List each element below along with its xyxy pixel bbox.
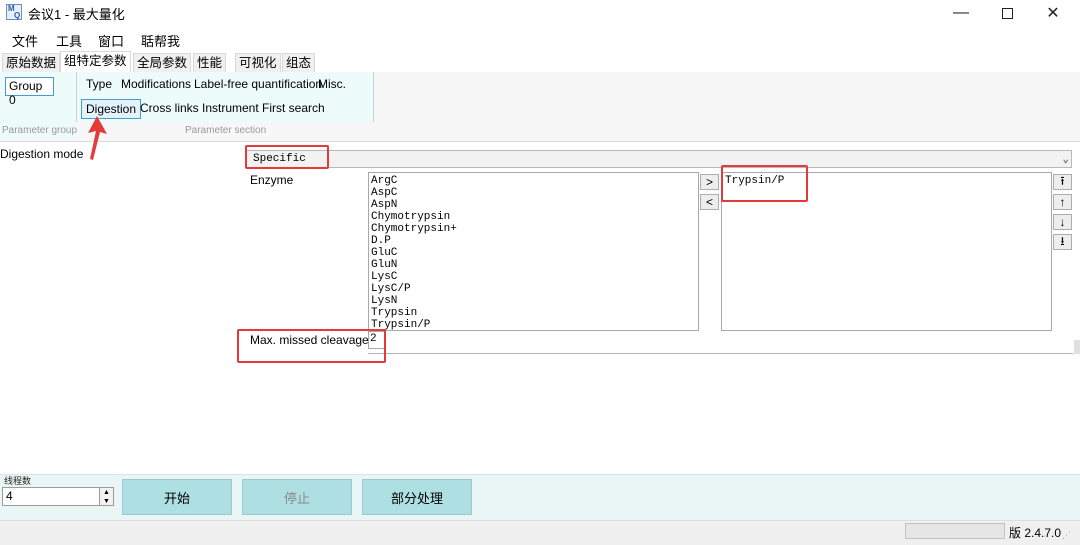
tab-configuration[interactable]: 组态: [282, 53, 316, 73]
tab-group-specific-parameters[interactable]: 组特定参数: [60, 51, 131, 73]
menu-tools[interactable]: 工具: [56, 31, 82, 50]
threads-label: 线程数: [4, 476, 32, 486]
close-icon[interactable]: ✕: [1030, 0, 1076, 26]
list-item[interactable]: AspN: [371, 199, 696, 211]
section-type[interactable]: Type: [82, 75, 116, 95]
section-instrument[interactable]: Instrument: [198, 99, 263, 119]
app-icon-letter-q: Q: [14, 11, 21, 20]
progress-bar: [905, 523, 1005, 539]
list-item[interactable]: Trypsin/P: [371, 319, 696, 330]
move-down-button[interactable]: ↓: [1053, 214, 1072, 230]
start-button[interactable]: 开始: [122, 479, 232, 515]
divider: [368, 353, 1073, 354]
stop-button[interactable]: 停止: [242, 479, 352, 515]
section-modifications[interactable]: Modifications: [117, 75, 195, 95]
parameter-group-label: Parameter group: [2, 125, 78, 136]
move-top-button[interactable]: ⭱: [1053, 174, 1072, 190]
scrollbar[interactable]: [1074, 340, 1080, 354]
list-item[interactable]: Chymotrypsin: [371, 211, 696, 223]
tab-strip: 原始数据 组特定参数 全局参数 性能 可视化 组态: [0, 51, 1080, 73]
section-cross-links[interactable]: Cross links: [136, 99, 203, 119]
chevron-down-icon: ⌄: [1062, 154, 1069, 166]
title-bar: [0, 0, 1080, 26]
list-item[interactable]: LysN: [371, 295, 696, 307]
tab-raw-data[interactable]: 原始数据: [2, 53, 61, 73]
list-item[interactable]: Trypsin/P: [725, 175, 1048, 187]
digestion-mode-value: Specific: [253, 153, 306, 165]
list-item[interactable]: LysC: [371, 271, 696, 283]
list-item[interactable]: ArgC: [371, 175, 696, 187]
version-label: 版 2.4.7.0: [1009, 526, 1062, 540]
list-item[interactable]: GluN: [371, 259, 696, 271]
menu-window[interactable]: 窗口: [98, 31, 124, 50]
list-item[interactable]: Chymotrypsin+: [371, 223, 696, 235]
digestion-mode-label: Digestion mode: [0, 147, 84, 161]
menu-bar: 文件 工具 窗口 聒帮我: [0, 28, 1080, 50]
app-icon: M Q: [6, 4, 22, 20]
group-0-button[interactable]: Group 0: [5, 77, 54, 107]
annotation-arrow-icon: [88, 116, 107, 160]
window-title: 会议1 - 最大量化: [28, 7, 125, 22]
list-item[interactable]: LysC/P: [371, 283, 696, 295]
tab-performance[interactable]: 性能: [193, 53, 227, 73]
parameter-section-label: Parameter section: [185, 125, 267, 136]
remove-enzyme-button[interactable]: <: [700, 194, 719, 210]
list-item[interactable]: GluC: [371, 247, 696, 259]
tab-global-parameters[interactable]: 全局参数: [133, 53, 192, 73]
tab-visualization[interactable]: 可视化: [235, 53, 281, 73]
digestion-mode-select[interactable]: Specific ⌄: [246, 150, 1072, 168]
move-up-button[interactable]: ↑: [1053, 194, 1072, 210]
enzyme-label: Enzyme: [250, 173, 294, 187]
menu-file[interactable]: 文件: [12, 31, 38, 50]
section-label-free-quantification[interactable]: Label-free quantification: [190, 75, 326, 95]
minimize-icon[interactable]: —: [938, 0, 984, 26]
list-item[interactable]: AspC: [371, 187, 696, 199]
ribbon-divider: [373, 72, 374, 122]
threads-spinner[interactable]: ▲ ▼: [99, 487, 114, 506]
section-misc[interactable]: Misc.: [314, 75, 350, 95]
max-missed-cleavages-label: Max. missed cleavages: [250, 333, 375, 347]
partial-processing-button[interactable]: 部分处理: [362, 479, 472, 515]
list-item[interactable]: Trypsin: [371, 307, 696, 319]
list-item[interactable]: D.P: [371, 235, 696, 247]
move-bottom-button[interactable]: ⭳: [1053, 234, 1072, 250]
section-first-search[interactable]: First search: [258, 99, 329, 119]
add-enzyme-button[interactable]: >: [700, 174, 719, 190]
selected-enzyme-list[interactable]: Trypsin/P: [721, 172, 1052, 331]
threads-input[interactable]: 4: [2, 487, 100, 506]
available-enzyme-list[interactable]: ArgC AspC AspN Chymotrypsin Chymotrypsin…: [368, 172, 699, 331]
max-missed-cleavages-input[interactable]: 2: [368, 331, 386, 349]
resize-grip-icon[interactable]: ⋰: [1062, 530, 1071, 541]
maximize-icon[interactable]: [984, 0, 1030, 26]
menu-help[interactable]: 聒帮我: [141, 31, 180, 50]
